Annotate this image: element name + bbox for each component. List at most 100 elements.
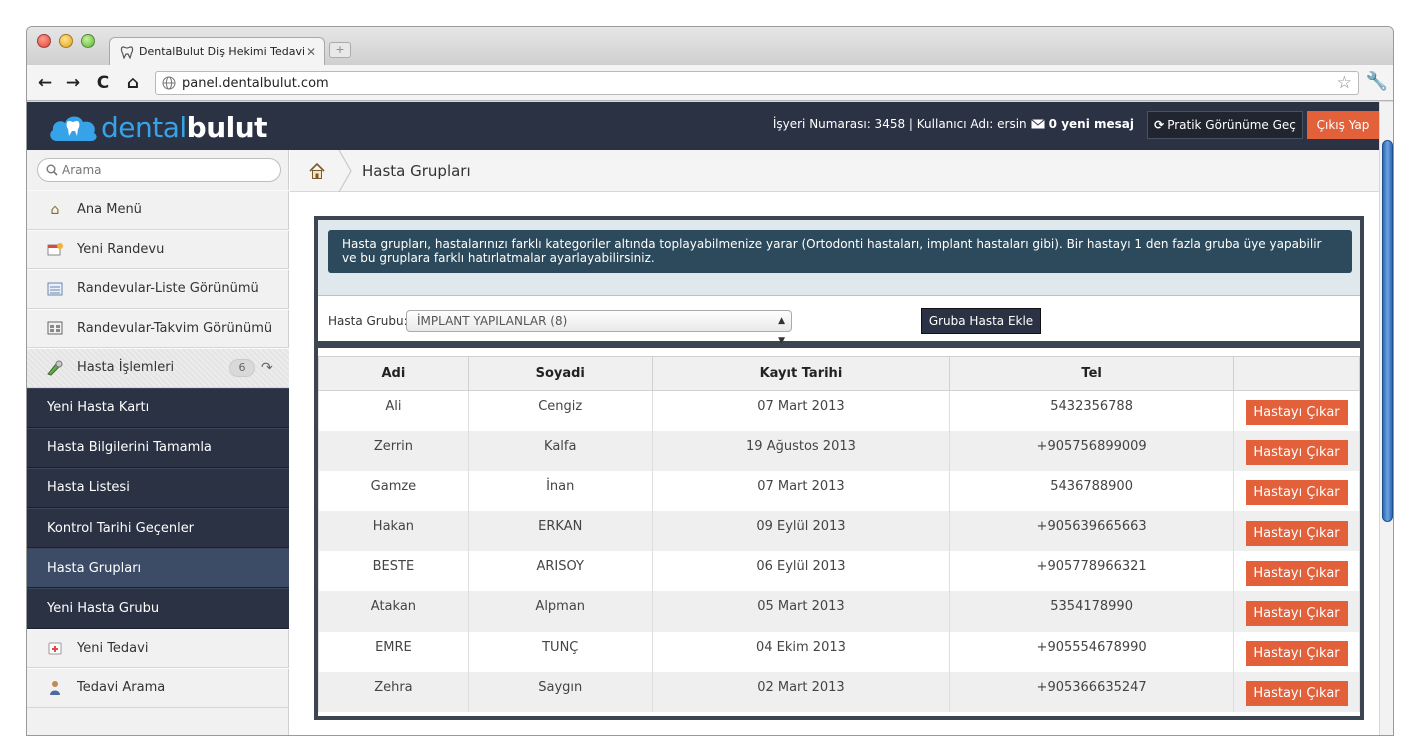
info-message: Hasta grupları, hastalarınızı farklı kat… (328, 230, 1352, 273)
remove-patient-button[interactable]: Hastayı Çıkar (1245, 681, 1348, 707)
cell-registration-date: 07 Mart 2013 (651, 390, 951, 431)
remove-patient-button[interactable]: Hastayı Çıkar (1245, 520, 1348, 546)
workplace-user-text: İşyeri Numarası: 3458 | Kullanıcı Adı: e… (772, 117, 1027, 131)
table-row: Gamze İnan 07 Mart 2013 5436788900 Hasta… (318, 470, 1360, 512)
remove-patient-button[interactable]: Hastayı Çıkar (1245, 560, 1348, 586)
app-header: dental bulut İşyeri Numarası: 3458 | Kull… (27, 102, 1379, 150)
address-bar[interactable]: panel.dentalbulut.com ☆ (155, 71, 1359, 95)
messages-link[interactable]: 0 yeni mesaj (1049, 117, 1134, 131)
home-icon[interactable] (308, 162, 326, 180)
cell-first-name: Ali (318, 390, 469, 431)
cell-phone: +905639665663 (949, 511, 1234, 552)
sidebar-group-label: Hasta İşlemleri (77, 360, 175, 376)
patient-table: Adi Soyadi Kayıt Tarihi Tel Ali Cengiz 0… (318, 356, 1360, 712)
sidebar-item-ana-menu[interactable]: ⌂ Ana Menü (27, 190, 289, 230)
practical-view-label: Pratik Görünüme Geç (1167, 118, 1296, 132)
col-header-soyadi[interactable]: Soyadi (467, 356, 653, 391)
cell-action: Hastayı Çıkar (1233, 511, 1360, 552)
sidebar-item-yeni-tedavi[interactable]: Yeni Tedavi (27, 628, 289, 669)
remove-patient-button[interactable]: Hastayı Çıkar (1245, 440, 1348, 466)
close-window-button[interactable] (37, 34, 51, 48)
col-header-tel[interactable]: Tel (949, 356, 1234, 391)
cell-registration-date: 19 Ağustos 2013 (651, 430, 951, 471)
forward-arrow-icon[interactable]: → (63, 73, 83, 93)
sidebar-sub-hasta-gruplari[interactable]: Hasta Grupları (27, 548, 289, 589)
cell-registration-date: 07 Mart 2013 (651, 470, 951, 512)
sidebar-item-randevular-takvim[interactable]: Randevular-Takvim Görünümü (27, 308, 289, 348)
tab-strip: DentalBulut Diş Hekimi Tedavi O ✕ + (27, 27, 1393, 65)
sidebar-group-hasta-islemleri[interactable]: Hasta İşlemleri 6 ↷ (27, 348, 289, 388)
cell-phone: 5354178990 (949, 591, 1234, 632)
sidebar-sub-yeni-hasta-grubu[interactable]: Yeni Hasta Grubu (27, 588, 289, 629)
reload-icon[interactable]: C (93, 73, 113, 93)
cell-last-name: ARISOY (467, 551, 653, 592)
sidebar-sub-hasta-bilgilerini-tamamla[interactable]: Hasta Bilgilerini Tamamla (27, 427, 289, 468)
back-arrow-icon[interactable]: ← (35, 73, 55, 93)
cell-last-name: Saygın (467, 671, 653, 712)
sidebar-sub-hasta-listesi[interactable]: Hasta Listesi (27, 467, 289, 509)
remove-patient-button[interactable]: Hastayı Çıkar (1245, 601, 1348, 627)
search-icon (46, 164, 58, 176)
cell-phone: +905366635247 (949, 671, 1234, 712)
bookmark-star-icon[interactable]: ☆ (1337, 73, 1352, 93)
breadcrumb: Hasta Grupları (290, 150, 1379, 192)
info-bar: Hasta grupları, hastalarınızı farklı kat… (318, 220, 1360, 296)
group-select-value: İMPLANT YAPILANLAR (8) (417, 314, 568, 328)
new-tab-button[interactable]: + (329, 42, 351, 58)
home-icon[interactable]: ⌂ (123, 73, 143, 93)
zoom-window-button[interactable] (81, 34, 95, 48)
cell-registration-date: 02 Mart 2013 (651, 671, 951, 712)
cell-action: Hastayı Çıkar (1233, 591, 1360, 632)
add-patient-to-group-button[interactable]: Gruba Hasta Ekle (921, 308, 1041, 334)
select-caret-icon: ▲ ▼ (778, 316, 785, 346)
patient-tools-icon (45, 359, 65, 377)
cell-last-name: Alpman (467, 591, 653, 632)
page-title: Hasta Grupları (362, 162, 471, 180)
vertical-scrollbar[interactable] (1379, 102, 1393, 735)
cell-first-name: Atakan (318, 591, 469, 632)
remove-patient-button[interactable]: Hastayı Çıkar (1245, 480, 1348, 506)
breadcrumb-separator (338, 150, 352, 192)
search-person-icon (45, 679, 65, 697)
cell-registration-date: 06 Eylül 2013 (651, 551, 951, 592)
remove-patient-button[interactable]: Hastayı Çıkar (1245, 641, 1348, 667)
sidebar-item-label: Tedavi Arama (77, 680, 166, 696)
sidebar-sub-yeni-hasta-karti[interactable]: Yeni Hasta Kartı (27, 387, 289, 428)
cell-first-name: Hakan (318, 511, 469, 552)
cell-action: Hastayı Çıkar (1233, 631, 1360, 672)
table-row: Ali Cengiz 07 Mart 2013 5432356788 Hasta… (318, 390, 1360, 431)
cell-last-name: ERKAN (467, 511, 653, 552)
minimize-window-button[interactable] (59, 34, 73, 48)
table-row: Zerrin Kalfa 19 Ağustos 2013 +9057568990… (318, 430, 1360, 471)
refresh-icon: ⟳ (1154, 118, 1165, 132)
logo-text-bold: bulut (186, 110, 268, 144)
col-header-kayit-tarihi[interactable]: Kayıt Tarihi (651, 356, 951, 391)
practical-view-button[interactable]: ⟳ Pratik Görünüme Geç (1147, 111, 1303, 139)
browser-tab[interactable]: DentalBulut Diş Hekimi Tedavi O ✕ (109, 37, 325, 65)
sidebar-item-yeni-randevu[interactable]: Yeni Randevu (27, 229, 289, 269)
cell-last-name: TUNÇ (467, 631, 653, 672)
sidebar-search[interactable] (37, 158, 281, 182)
filter-bar: Hasta Grubu: İMPLANT YAPILANLAR (8) ▲ ▼ G… (318, 297, 1360, 348)
sidebar-item-tedavi-arama[interactable]: Tedavi Arama (27, 668, 289, 708)
wrench-icon[interactable]: 🔧 (1365, 71, 1389, 95)
cell-phone: +905778966321 (949, 551, 1234, 592)
curved-arrow-icon: ↷ (261, 359, 273, 376)
logout-button[interactable]: Çıkış Yap (1307, 111, 1379, 139)
group-select[interactable]: İMPLANT YAPILANLAR (8) ▲ ▼ (406, 310, 792, 346)
logo[interactable]: dental bulut (47, 108, 287, 146)
scrollbar-thumb[interactable] (1382, 140, 1393, 522)
table-row: BESTE ARISOY 06 Eylül 2013 +905778966321… (318, 551, 1360, 592)
cell-registration-date: 09 Eylül 2013 (651, 511, 951, 552)
table-row: Hakan ERKAN 09 Eylül 2013 +905639665663 … (318, 511, 1360, 552)
remove-patient-button[interactable]: Hastayı Çıkar (1245, 400, 1348, 426)
sidebar-item-randevular-liste[interactable]: Randevular-Liste Görünümü (27, 269, 289, 309)
col-header-adi[interactable]: Adi (318, 356, 469, 391)
calendar-icon (45, 319, 65, 337)
search-input[interactable] (62, 163, 262, 177)
table-header-row: Adi Soyadi Kayıt Tarihi Tel (318, 356, 1360, 391)
sidebar-sub-kontrol-tarihi-gecenler[interactable]: Kontrol Tarihi Geçenler (27, 508, 289, 549)
globe-icon (162, 76, 176, 90)
list-icon (45, 280, 65, 298)
tab-close-icon[interactable]: ✕ (304, 45, 318, 59)
